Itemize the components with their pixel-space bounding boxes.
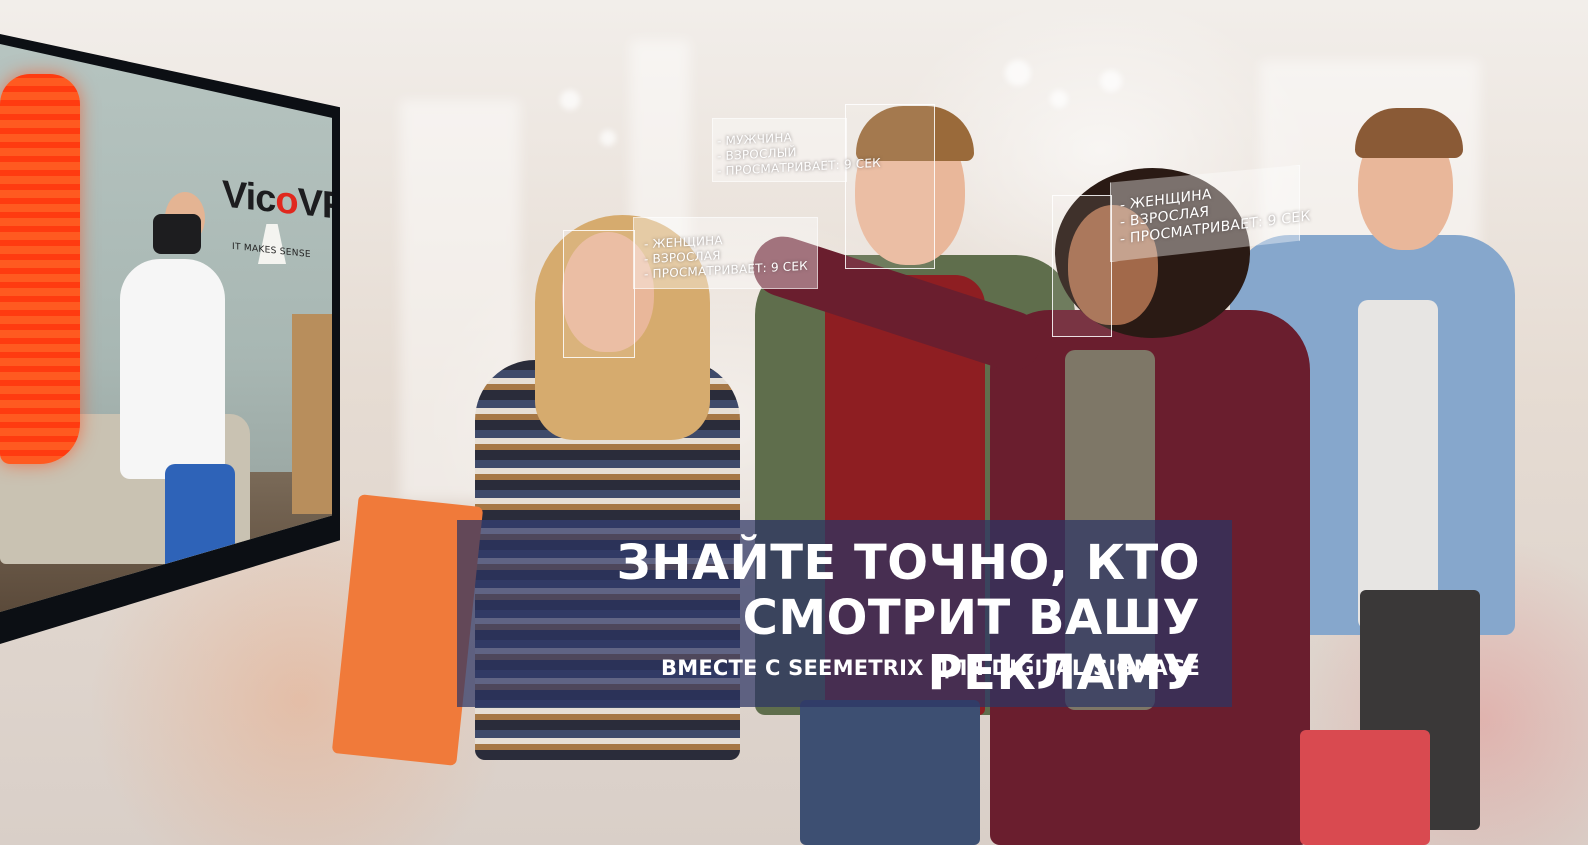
logo-text-left: Vic xyxy=(222,173,276,221)
floor-lamp xyxy=(258,224,286,264)
vr-player-body xyxy=(120,259,225,479)
shelf xyxy=(292,314,332,514)
promo-banner: ЗНАЙТЕ ТОЧНО, КТО СМОТРИТ ВАШУ РЕКЛАМУ В… xyxy=(457,520,1232,707)
vr-headset xyxy=(153,214,201,254)
bokeh-light xyxy=(1050,90,1068,108)
screen-ad-content: VicoVR IT MAKES SENSE xyxy=(0,44,332,612)
detection-info-woman-1: - ЖЕНЩИНА - ВЗРОСЛАЯ - ПРОСМАТРИВАЕТ: 9 … xyxy=(644,229,808,283)
bokeh-light xyxy=(1005,60,1031,86)
bokeh-light xyxy=(1100,70,1122,92)
vicovr-logo: VicoVR xyxy=(222,173,332,229)
bokeh-light xyxy=(560,90,580,110)
logo-text-right: VR xyxy=(297,181,332,229)
shopping-bag xyxy=(1300,730,1430,845)
bokeh-light xyxy=(600,130,616,146)
face-detection-box xyxy=(1052,195,1112,337)
banner-subline: ВМЕСТЕ С SEEMETRIX ДЛЯ DIGITAL SIGNAGE xyxy=(661,656,1200,680)
virtual-punching-bag xyxy=(0,74,80,464)
logo-text-accent: o xyxy=(275,178,298,224)
detection-info-man: - МУЖЧИНА - ВЗРОСЛЫЙ - ПРОСМАТРИВАЕТ: 9 … xyxy=(717,126,881,180)
headline-line-2: СМОТРИТ ВАШУ РЕКЛАМУ xyxy=(742,590,1200,701)
headline-line-1: ЗНАЙТЕ ТОЧНО, КТО xyxy=(616,535,1200,591)
face-detection-box xyxy=(563,230,635,358)
